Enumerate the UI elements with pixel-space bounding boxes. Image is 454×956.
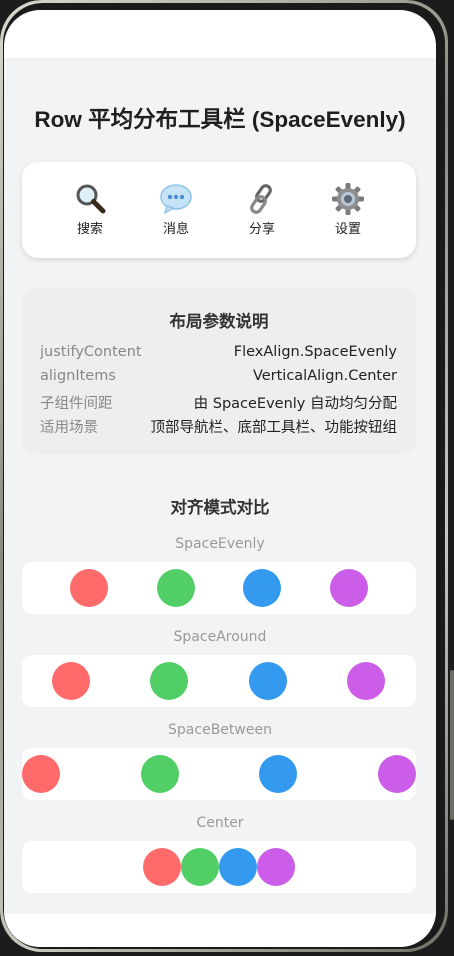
info-key: 子组件间距	[40, 396, 113, 412]
info-row: alignItems VerticalAlign.Center	[40, 368, 397, 390]
info-row: 适用场景 顶部导航栏、底部工具栏、功能按钮组	[40, 416, 397, 438]
dot-blue	[219, 848, 257, 886]
dot-purple	[330, 569, 368, 607]
info-value: VerticalAlign.Center	[252, 368, 397, 384]
layout-info-card: 布局参数说明 justifyContent FlexAlign.SpaceEve…	[22, 288, 416, 454]
mode-label-space-evenly: SpaceEvenly	[175, 536, 265, 552]
lane-space-around	[22, 655, 416, 707]
screen: Row 平均分布工具栏 (SpaceEvenly) 搜索 消息 分享 设置 布局…	[4, 10, 436, 947]
page-title: Row 平均分布工具栏 (SpaceEvenly)	[34, 107, 406, 132]
dot-green	[157, 569, 195, 607]
toolbar-item-message[interactable]: 消息	[146, 182, 206, 237]
mode-label-center: Center	[196, 815, 244, 831]
bottom-safe-area	[4, 914, 436, 947]
mode-label-space-between: SpaceBetween	[168, 722, 272, 738]
info-value: FlexAlign.SpaceEvenly	[233, 344, 397, 360]
toolbar-item-label: 搜索	[76, 222, 103, 237]
toolbar-item-share[interactable]: 分享	[232, 182, 292, 237]
dot-red	[52, 662, 90, 700]
gear-icon	[318, 182, 378, 216]
dot-blue	[243, 569, 281, 607]
toolbar-item-settings[interactable]: 设置	[318, 182, 378, 237]
content-area[interactable]: Row 平均分布工具栏 (SpaceEvenly) 搜索 消息 分享 设置 布局…	[4, 58, 436, 914]
toolbar-item-search[interactable]: 搜索	[60, 182, 120, 237]
toolbar-item-label: 设置	[334, 222, 361, 237]
message-icon	[146, 182, 206, 216]
dot-purple	[257, 848, 295, 886]
dot-purple	[347, 662, 385, 700]
side-button	[450, 670, 454, 820]
comparison-title: 对齐模式对比	[170, 498, 270, 517]
info-key: 适用场景	[40, 420, 98, 436]
dot-blue	[249, 662, 287, 700]
toolbar: 搜索 消息 分享 设置	[22, 162, 416, 258]
info-title: 布局参数说明	[169, 312, 269, 331]
info-key: alignItems	[40, 368, 116, 384]
info-value: 顶部导航栏、底部工具栏、功能按钮组	[150, 420, 398, 436]
dot-green	[150, 662, 188, 700]
search-icon	[60, 182, 120, 216]
mode-label-space-around: SpaceAround	[173, 629, 267, 645]
lane-space-evenly	[22, 562, 416, 614]
dot-red	[22, 755, 60, 793]
info-row: 子组件间距 由 SpaceEvenly 自动均匀分配	[40, 392, 397, 414]
lane-space-between	[22, 748, 416, 800]
link-icon	[232, 182, 292, 216]
dot-purple	[378, 755, 416, 793]
dot-red	[143, 848, 181, 886]
info-row: justifyContent FlexAlign.SpaceEvenly	[40, 344, 397, 366]
dot-green	[141, 755, 179, 793]
toolbar-item-label: 分享	[248, 222, 275, 237]
dot-blue	[259, 755, 297, 793]
info-value: 由 SpaceEvenly 自动均匀分配	[193, 396, 397, 412]
toolbar-item-label: 消息	[162, 222, 189, 237]
dot-red	[70, 569, 108, 607]
lane-center	[22, 841, 416, 893]
info-key: justifyContent	[40, 344, 142, 360]
dot-green	[181, 848, 219, 886]
